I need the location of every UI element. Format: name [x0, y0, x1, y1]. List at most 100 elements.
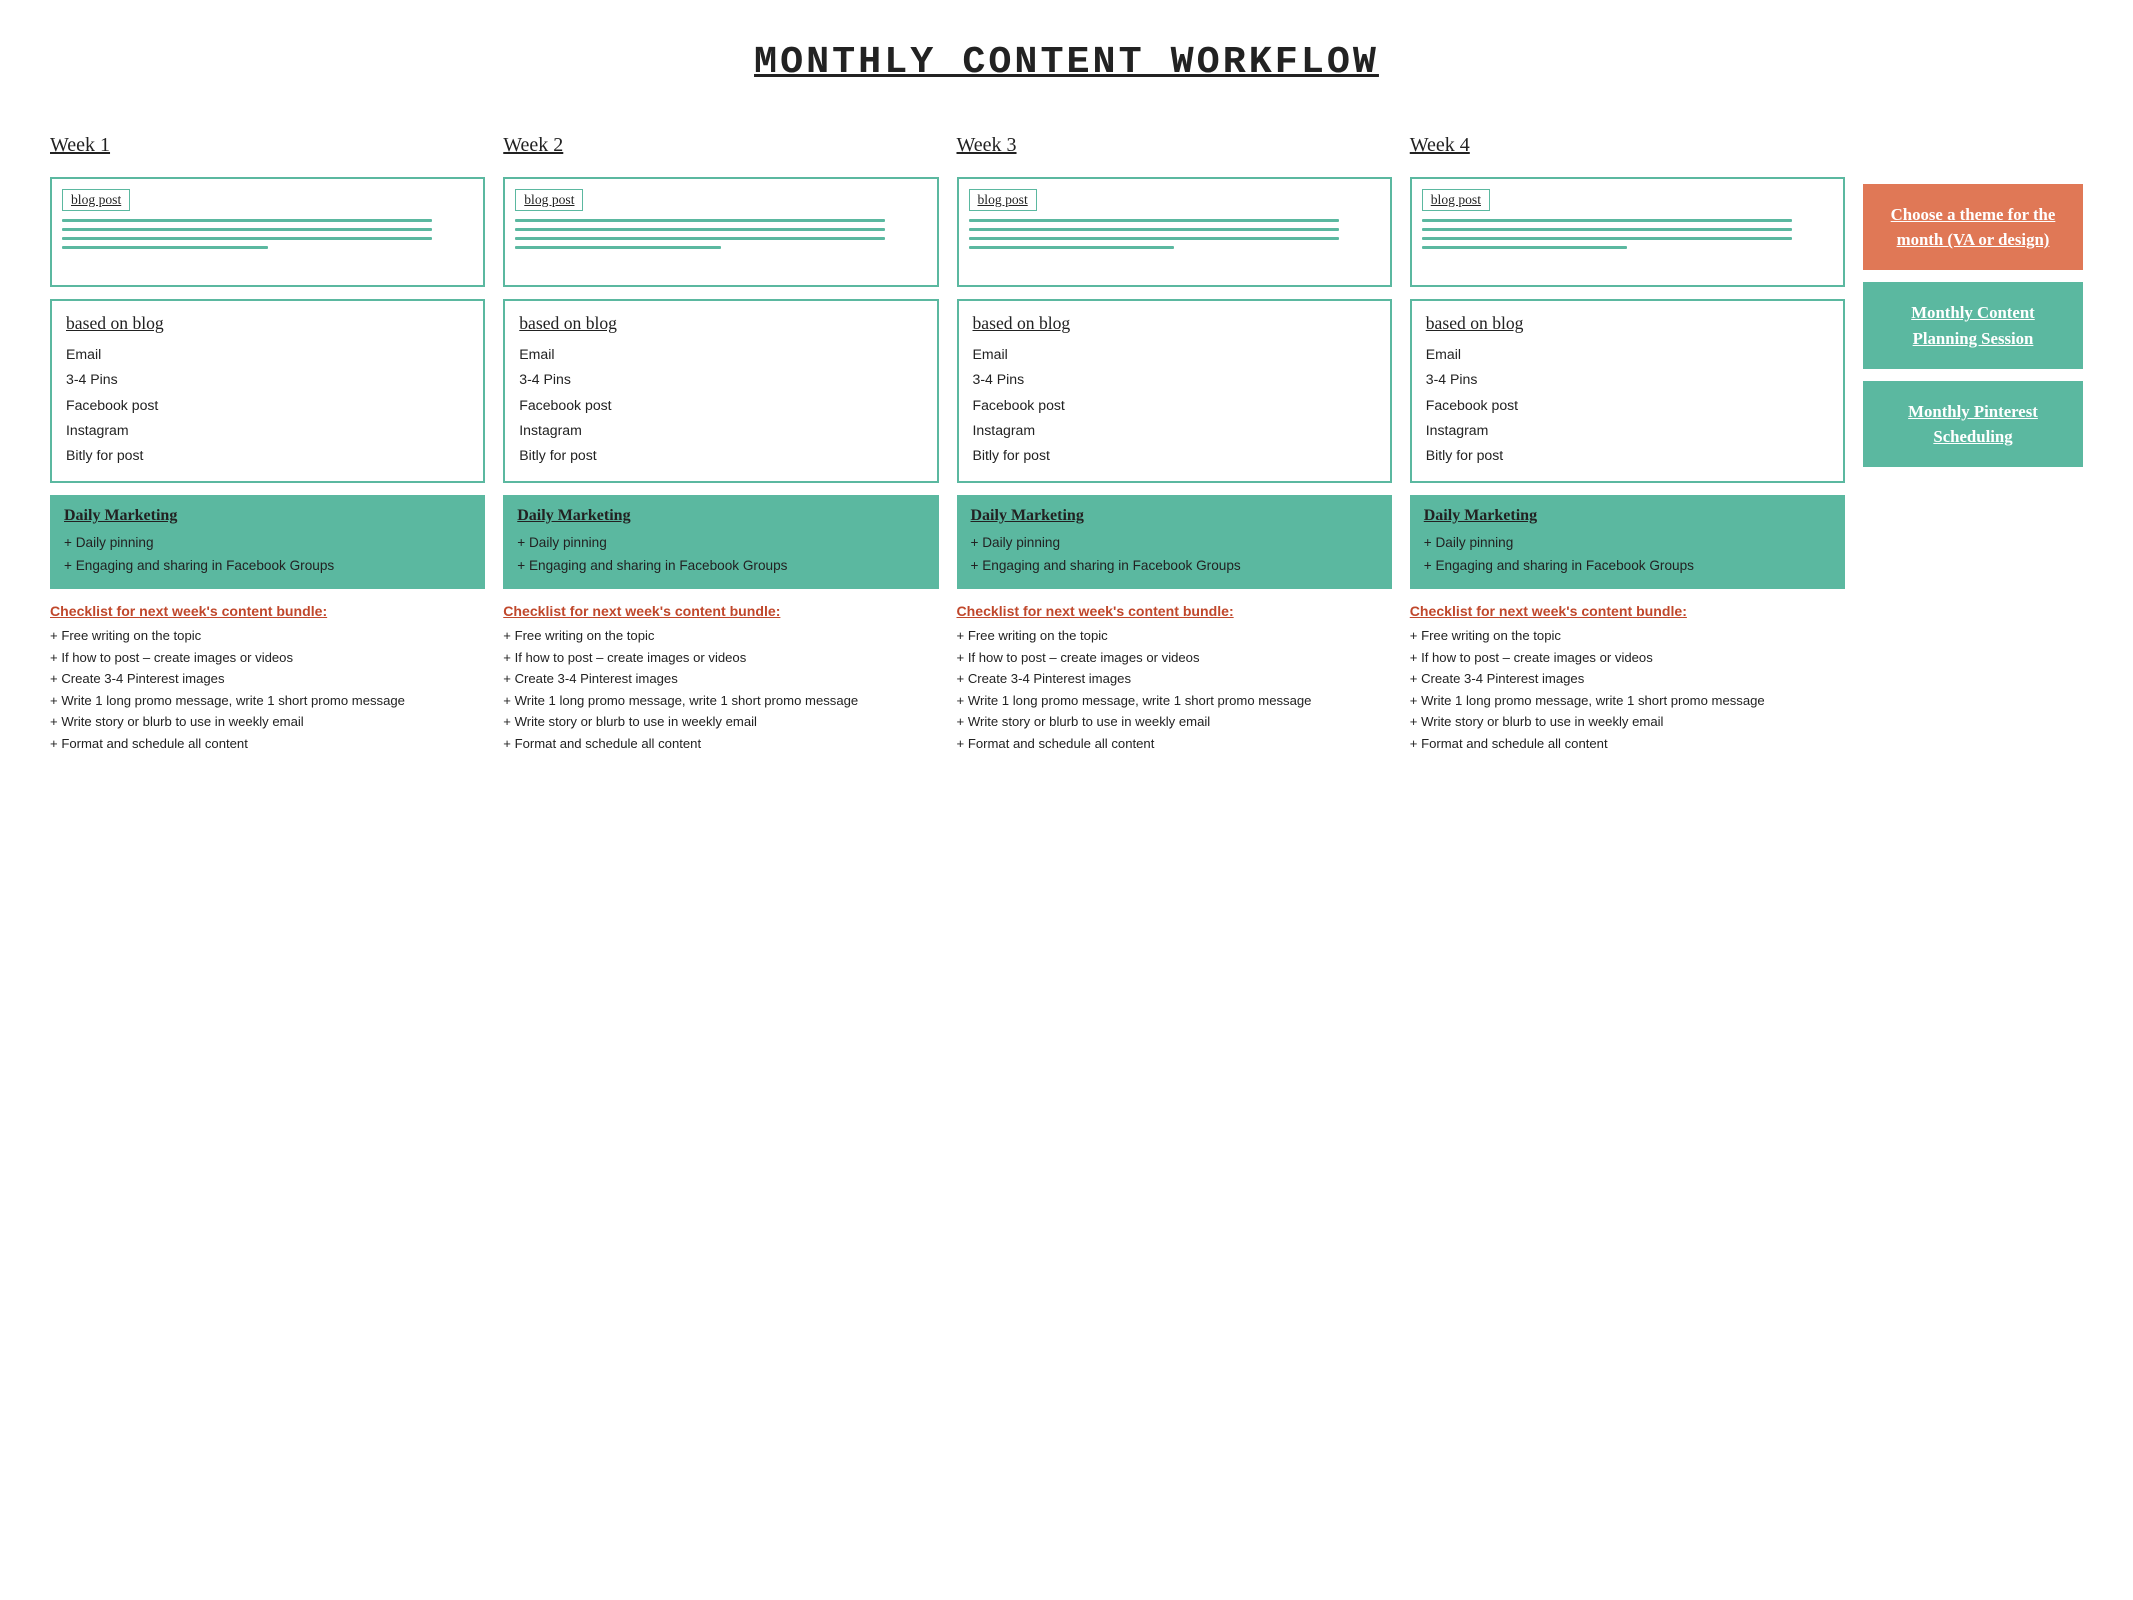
checklist-list-item: Write story or blurb to use in weekly em…	[50, 711, 485, 733]
based-list-item: 3-4 Pins	[1426, 367, 1829, 392]
daily-list-item: Daily pinning	[64, 531, 471, 554]
checklist-title-week-2: Checklist for next week's content bundle…	[503, 603, 938, 619]
checklist-list-item: If how to post – create images or videos	[503, 647, 938, 669]
based-list-item: Email	[519, 342, 922, 367]
based-list-item: Instagram	[973, 418, 1376, 443]
blog-card-decoration	[1422, 219, 1833, 249]
week-col-4: Week 4 blog post based on blog Email3-4 Pin…	[1410, 134, 1845, 757]
checklist-list-item: Create 3-4 Pinterest images	[1410, 668, 1845, 690]
blog-label-week-2: blog post	[515, 189, 583, 211]
checklist-section-week-2: Checklist for next week's content bundle…	[503, 601, 938, 757]
checklist-list-item: If how to post – create images or videos	[50, 647, 485, 669]
sidebar-scheduling-card: Monthly Pinterest Scheduling	[1863, 381, 2083, 467]
checklist-section-week-3: Checklist for next week's content bundle…	[957, 601, 1392, 757]
blog-card-week-4: blog post	[1410, 177, 1845, 287]
blog-label-week-1: blog post	[62, 189, 130, 211]
daily-section-week-4: Daily Marketing Daily pinningEngaging and…	[1410, 495, 1845, 589]
checklist-list-item: If how to post – create images or videos	[1410, 647, 1845, 669]
page-title: Monthly Content Workflow	[50, 40, 2083, 84]
daily-title-week-2: Daily Marketing	[517, 507, 924, 525]
based-list-item: Bitly for post	[1426, 443, 1829, 468]
checklist-title-week-3: Checklist for next week's content bundle…	[957, 603, 1392, 619]
based-list-item: Facebook post	[519, 393, 922, 418]
based-section-week-4: based on blog Email3-4 PinsFacebook postI…	[1410, 299, 1845, 483]
checklist-list-item: Free writing on the topic	[503, 625, 938, 647]
checklist-list-item: Format and schedule all content	[1410, 733, 1845, 755]
blog-line	[1422, 228, 1792, 231]
blog-line	[969, 246, 1175, 249]
checklist-list-week-4: Free writing on the topicIf how to post …	[1410, 625, 1845, 755]
based-title-week-3: based on blog	[973, 313, 1376, 334]
based-list-item: Bitly for post	[973, 443, 1376, 468]
blog-card-week-2: blog post	[503, 177, 938, 287]
blog-label-week-4: blog post	[1422, 189, 1490, 211]
blog-card-week-3: blog post	[957, 177, 1392, 287]
based-list-item: 3-4 Pins	[973, 367, 1376, 392]
blog-line	[62, 246, 268, 249]
blog-line	[62, 228, 432, 231]
blog-line	[1422, 219, 1792, 222]
based-list-week-4: Email3-4 PinsFacebook postInstagramBitly…	[1426, 342, 1829, 469]
based-list-week-1: Email3-4 PinsFacebook postInstagramBitly…	[66, 342, 469, 469]
checklist-list-item: Write story or blurb to use in weekly em…	[503, 711, 938, 733]
based-list-item: Instagram	[1426, 418, 1829, 443]
blog-line	[1422, 246, 1628, 249]
checklist-list-item: Format and schedule all content	[957, 733, 1392, 755]
daily-list-item: Engaging and sharing in Facebook Groups	[1424, 554, 1831, 577]
blog-line	[1422, 237, 1792, 240]
blog-card-decoration	[515, 219, 926, 249]
based-list-week-2: Email3-4 PinsFacebook postInstagramBitly…	[519, 342, 922, 469]
based-list-week-3: Email3-4 PinsFacebook postInstagramBitly…	[973, 342, 1376, 469]
daily-title-week-4: Daily Marketing	[1424, 507, 1831, 525]
based-list-item: Bitly for post	[519, 443, 922, 468]
checklist-list-item: If how to post – create images or videos	[957, 647, 1392, 669]
blog-line	[515, 219, 885, 222]
week-col-2: Week 2blog postbased on blogEmail3-4 Pin…	[503, 134, 938, 757]
daily-section-week-2: Daily MarketingDaily pinningEngaging and…	[503, 495, 938, 589]
checklist-list-week-3: Free writing on the topicIf how to post …	[957, 625, 1392, 755]
sidebar-column: Choose a theme for the month (VA or desi…	[1863, 184, 2083, 467]
week-1-heading: Week 1	[50, 134, 485, 157]
week-4-heading: Week 4	[1410, 134, 1845, 157]
checklist-section-week-1: Checklist for next week's content bundle…	[50, 601, 485, 757]
main-grid: Week 1blog postbased on blogEmail3-4 Pin…	[50, 134, 2083, 757]
checklist-list-week-2: Free writing on the topicIf how to post …	[503, 625, 938, 755]
checklist-list-item: Write 1 long promo message, write 1 shor…	[957, 690, 1392, 712]
based-title-week-4: based on blog	[1426, 313, 1829, 334]
week-col-3: Week 3 blog post based on blog Email3-4 Pin…	[957, 134, 1392, 757]
based-list-item: Bitly for post	[66, 443, 469, 468]
sidebar-theme-card: Choose a theme for the month (VA or desi…	[1863, 184, 2083, 270]
week-col-1: Week 1blog postbased on blogEmail3-4 Pin…	[50, 134, 485, 757]
checklist-list-item: Write story or blurb to use in weekly em…	[1410, 711, 1845, 733]
week-3-heading: Week 3	[957, 134, 1392, 157]
checklist-list-item: Write 1 long promo message, write 1 shor…	[1410, 690, 1845, 712]
based-list-item: Instagram	[519, 418, 922, 443]
daily-list-item: Daily pinning	[971, 531, 1378, 554]
blog-line	[515, 228, 885, 231]
blog-card-decoration	[969, 219, 1380, 249]
based-list-item: Instagram	[66, 418, 469, 443]
daily-list-item: Engaging and sharing in Facebook Groups	[971, 554, 1378, 577]
checklist-title-week-1: Checklist for next week's content bundle…	[50, 603, 485, 619]
based-section-week-3: based on blog Email3-4 PinsFacebook postI…	[957, 299, 1392, 483]
checklist-list-item: Write 1 long promo message, write 1 shor…	[50, 690, 485, 712]
daily-list-item: Daily pinning	[517, 531, 924, 554]
checklist-list-item: Format and schedule all content	[50, 733, 485, 755]
blog-line	[969, 237, 1339, 240]
based-list-item: Facebook post	[66, 393, 469, 418]
checklist-list-item: Format and schedule all content	[503, 733, 938, 755]
daily-section-week-1: Daily MarketingDaily pinningEngaging and…	[50, 495, 485, 589]
checklist-title-week-4: Checklist for next week's content bundle…	[1410, 603, 1845, 619]
checklist-list-item: Free writing on the topic	[50, 625, 485, 647]
based-list-item: Facebook post	[973, 393, 1376, 418]
checklist-list-item: Free writing on the topic	[1410, 625, 1845, 647]
daily-section-week-3: Daily MarketingDaily pinningEngaging and…	[957, 495, 1392, 589]
blog-line	[62, 219, 432, 222]
blog-card-week-1: blog post	[50, 177, 485, 287]
blog-line	[515, 246, 721, 249]
checklist-list-item: Create 3-4 Pinterest images	[957, 668, 1392, 690]
daily-list-week-4: Daily pinningEngaging and sharing in Fac…	[1424, 531, 1831, 577]
based-list-item: 3-4 Pins	[66, 367, 469, 392]
blog-line	[969, 219, 1339, 222]
based-list-item: Facebook post	[1426, 393, 1829, 418]
